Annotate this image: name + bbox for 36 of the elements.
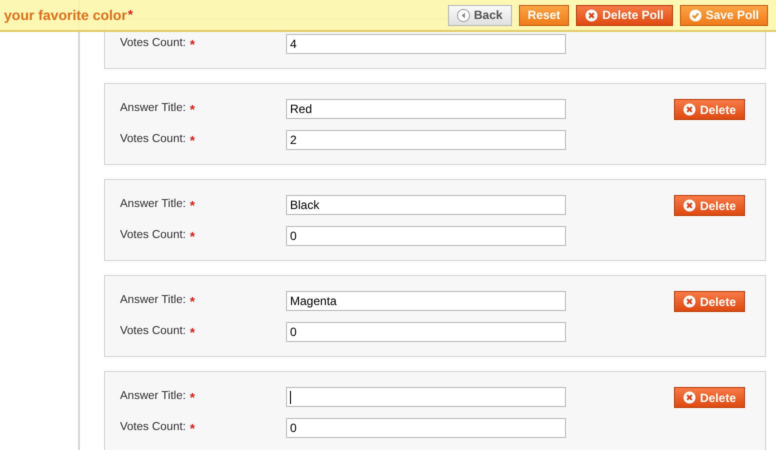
close-icon [682,391,696,404]
close-icon [682,103,696,116]
close-icon [585,8,598,22]
field-label: Votes Count: [120,228,186,242]
input-field[interactable]: 4 [286,34,566,54]
required-mark: * [128,7,133,22]
input-field[interactable] [286,387,566,407]
required-mark: * [190,420,195,436]
field-label: Votes Count: [120,420,186,434]
input-field[interactable]: 2 [286,130,566,150]
checkmark-icon [688,8,702,22]
required-mark: * [190,294,195,308]
input-field[interactable]: 0 [286,322,566,342]
input-field[interactable]: 0 [286,418,566,438]
close-icon [682,295,696,308]
field-label: Votes Count: [120,36,186,50]
field-label: Answer Title: [120,102,186,116]
input-field[interactable]: 0 [286,226,566,246]
required-mark: * [190,228,195,244]
field-label: Answer Title: [120,390,186,404]
required-mark: * [190,390,195,404]
back-button[interactable]: Back [448,4,512,26]
required-mark: * [190,132,195,148]
field-label: Answer Title: [120,198,186,212]
required-mark: * [190,102,195,116]
required-mark: * [190,324,195,340]
input-field[interactable]: Black [286,195,566,215]
required-mark: * [190,36,195,52]
field-label: Votes Count: [120,132,186,146]
close-icon [682,199,696,212]
input-field[interactable]: Magenta [286,291,566,311]
field-label: Votes Count: [120,324,186,338]
poll-title: your favorite color [4,7,127,23]
required-mark: * [190,198,195,212]
field-label: Answer Title: [120,294,186,308]
input-field[interactable]: Red [286,99,566,119]
